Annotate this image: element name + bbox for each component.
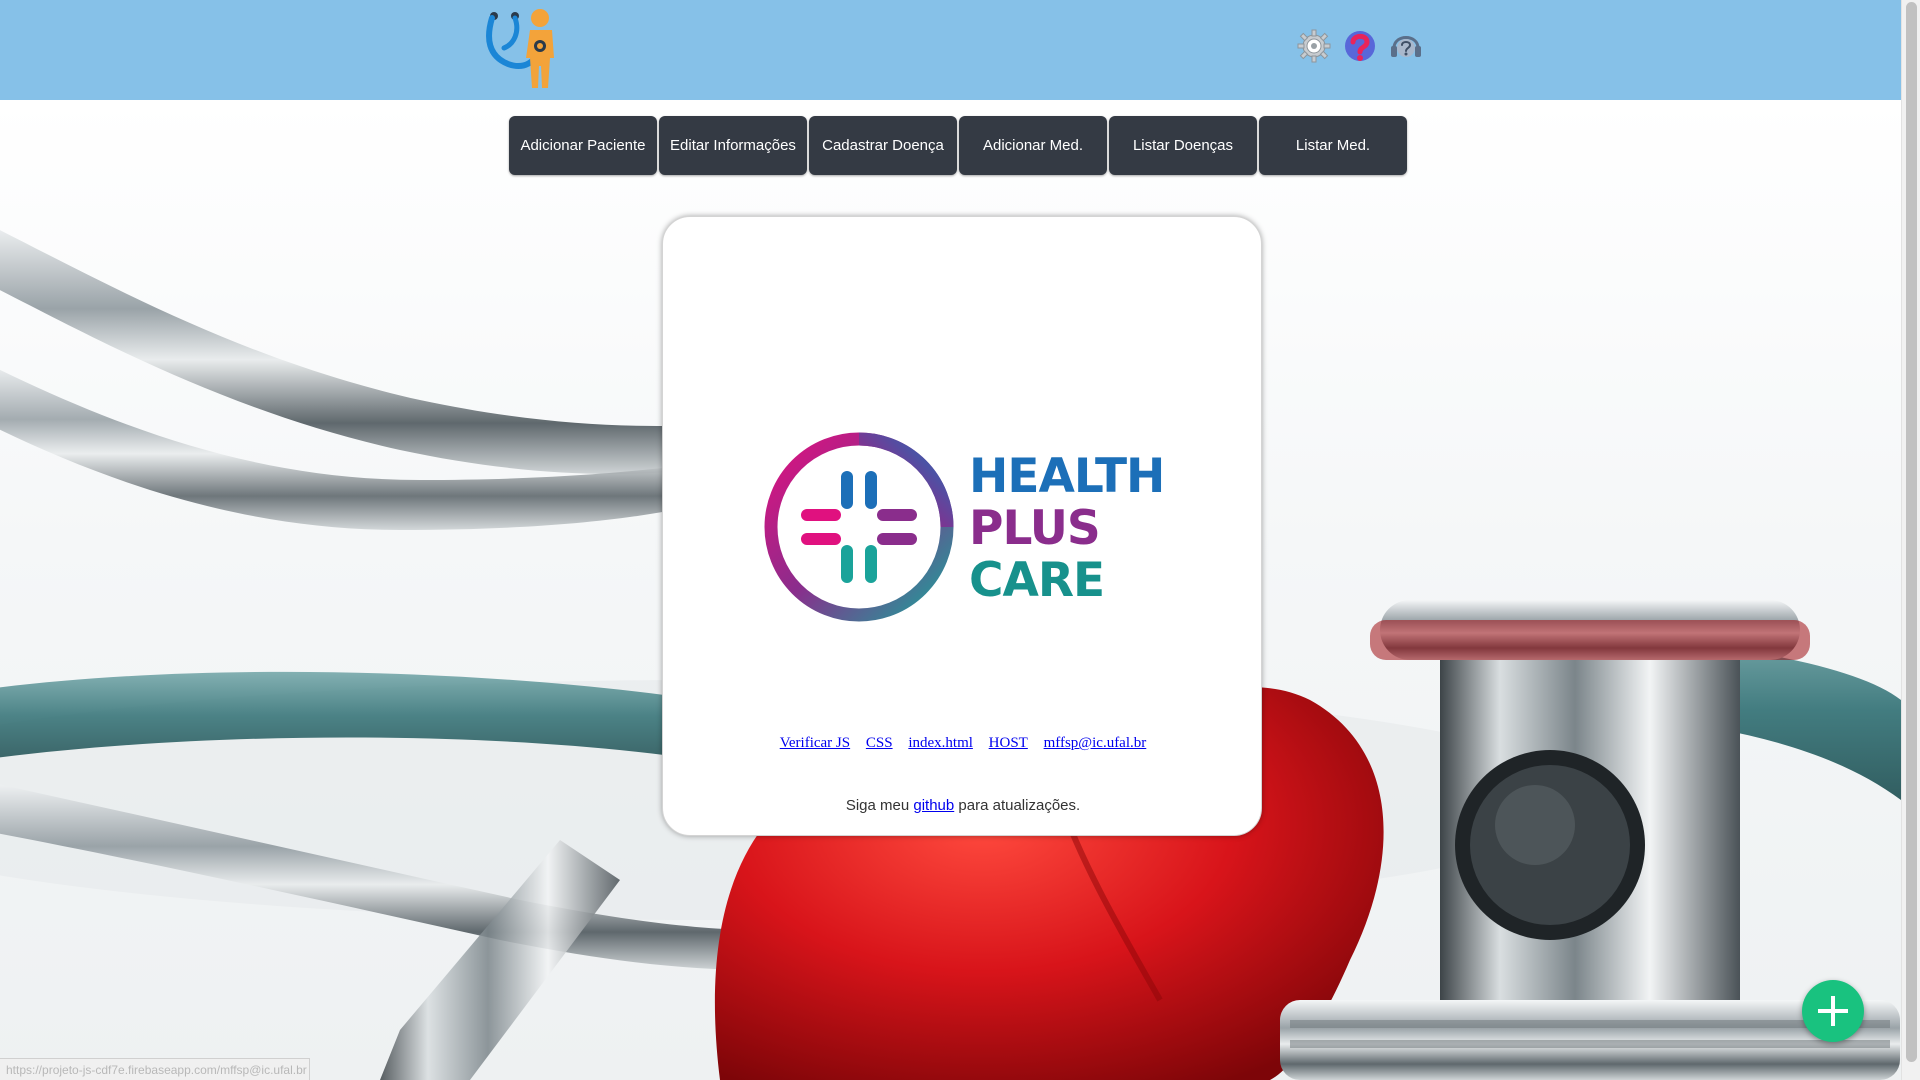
add-fab-button[interactable] bbox=[1802, 980, 1864, 1042]
brand-line-care: CARE bbox=[969, 553, 1105, 608]
register-disease-button[interactable]: Cadastrar Doença bbox=[809, 116, 957, 175]
github-link[interactable]: github bbox=[913, 797, 954, 814]
follow-text: Siga meu github para atualizações. bbox=[663, 797, 1263, 814]
brand-line-health: HEALTH bbox=[969, 449, 1165, 504]
status-bar-url: https://projeto-js-cdf7e.firebaseapp.com… bbox=[0, 1058, 310, 1080]
page-scrollbar[interactable] bbox=[1901, 0, 1920, 1080]
stethoscope-doctor-logo-icon[interactable] bbox=[480, 8, 562, 90]
host-link[interactable]: HOST bbox=[989, 735, 1028, 751]
css-link[interactable]: CSS bbox=[866, 735, 893, 751]
support-headset-question-icon[interactable] bbox=[1388, 28, 1424, 64]
add-patient-button[interactable]: Adicionar Paciente bbox=[509, 116, 657, 175]
scrollbar-thumb[interactable] bbox=[1906, 2, 1917, 1062]
main-nav: Adicionar Paciente Editar Informações Ca… bbox=[509, 116, 1407, 175]
health-plus-care-logo-mark bbox=[764, 432, 954, 622]
header-icon-group bbox=[1296, 28, 1424, 68]
list-medications-button[interactable]: Listar Med. bbox=[1259, 116, 1407, 175]
add-medication-button[interactable]: Adicionar Med. bbox=[959, 116, 1107, 175]
verify-js-link[interactable]: Verificar JS bbox=[780, 735, 850, 751]
help-question-icon[interactable] bbox=[1342, 28, 1378, 64]
plus-icon bbox=[1818, 996, 1848, 1026]
settings-gear-icon[interactable] bbox=[1296, 28, 1332, 64]
top-header bbox=[0, 0, 1901, 100]
health-plus-care-logo: HEALTH PLUS CARE bbox=[761, 429, 1165, 629]
brand-line-plus: PLUS bbox=[969, 501, 1101, 556]
brand-wordmark: HEALTH PLUS CARE bbox=[969, 449, 1165, 608]
index-html-link[interactable]: index.html bbox=[908, 735, 973, 751]
footer-links: Verificar JS CSS index.html HOST mffsp@i… bbox=[663, 735, 1263, 752]
main-card: HEALTH PLUS CARE Verificar JS CSS index.… bbox=[662, 216, 1262, 836]
follow-prefix: Siga meu bbox=[845, 797, 910, 814]
edit-information-button[interactable]: Editar Informações bbox=[659, 116, 807, 175]
follow-suffix: para atualizações. bbox=[958, 797, 1081, 814]
email-link[interactable]: mffsp@ic.ufal.br bbox=[1044, 735, 1147, 751]
list-diseases-button[interactable]: Listar Doenças bbox=[1109, 116, 1257, 175]
